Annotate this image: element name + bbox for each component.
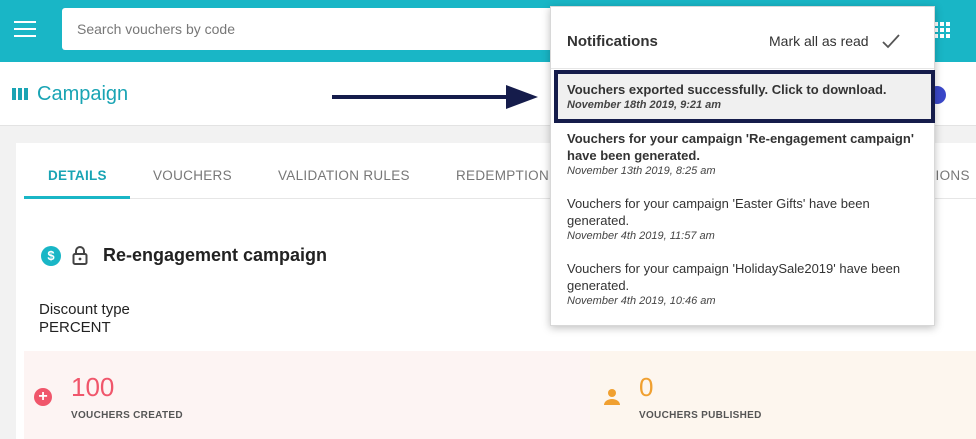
- notification-time: November 4th 2019, 10:46 am: [567, 295, 716, 307]
- check-icon[interactable]: [881, 33, 901, 49]
- campaign-name: Re-engagement campaign: [103, 245, 328, 265]
- notification-time: November 13th 2019, 8:25 am: [567, 165, 716, 177]
- vouchers-published-label: VOUCHERS PUBLISHED: [639, 410, 762, 421]
- tab-validation-rules[interactable]: VALIDATION RULES: [278, 168, 410, 183]
- notification-message: Vouchers for your campaign 'Re-engagemen…: [567, 131, 914, 163]
- notifications-title: Notifications: [567, 33, 658, 50]
- notification-message: Vouchers for your campaign 'Easter Gifts…: [567, 196, 870, 228]
- mark-all-read-button[interactable]: Mark all as read: [769, 33, 869, 49]
- menu-icon[interactable]: [14, 21, 36, 39]
- discount-type-label: Discount type: [39, 301, 130, 318]
- active-tab-indicator: [24, 196, 130, 199]
- notification-time: November 18th 2019, 9:21 am: [567, 99, 722, 111]
- notification-item[interactable]: Vouchers for your campaign 'HolidaySale2…: [567, 260, 922, 307]
- lock-icon: [72, 246, 88, 265]
- notifications-dropdown: Notifications Mark all as read Vouchers …: [550, 6, 935, 326]
- search-input[interactable]: [62, 8, 562, 50]
- page-title: Campaign: [37, 83, 129, 105]
- discount-type-value: PERCENT: [39, 319, 111, 336]
- vouchers-created-count: 100: [71, 372, 115, 402]
- notification-item[interactable]: Vouchers for your campaign 'Easter Gifts…: [567, 195, 922, 242]
- person-icon: [604, 389, 620, 405]
- apps-grid-icon[interactable]: [934, 22, 950, 38]
- campaign-icon: [12, 88, 28, 100]
- tab-details[interactable]: DETAILS: [48, 168, 107, 183]
- vouchers-created-label: VOUCHERS CREATED: [71, 410, 183, 421]
- dollar-icon: $: [41, 246, 61, 266]
- tab-vouchers[interactable]: VOUCHERS: [153, 168, 232, 183]
- plus-icon: +: [34, 388, 52, 406]
- notification-item[interactable]: Vouchers exported successfully. Click to…: [567, 81, 922, 111]
- vouchers-published-count: 0: [639, 372, 654, 402]
- notification-message: Vouchers exported successfully. Click to…: [567, 82, 887, 97]
- notification-message: Vouchers for your campaign 'HolidaySale2…: [567, 261, 901, 293]
- notification-item[interactable]: Vouchers for your campaign 'Re-engagemen…: [567, 130, 922, 177]
- notifications-header: Notifications Mark all as read: [551, 7, 934, 69]
- notification-time: November 4th 2019, 11:57 am: [567, 230, 715, 242]
- tab-redemption[interactable]: REDEMPTION: [456, 168, 549, 183]
- arrow-icon: [332, 85, 538, 109]
